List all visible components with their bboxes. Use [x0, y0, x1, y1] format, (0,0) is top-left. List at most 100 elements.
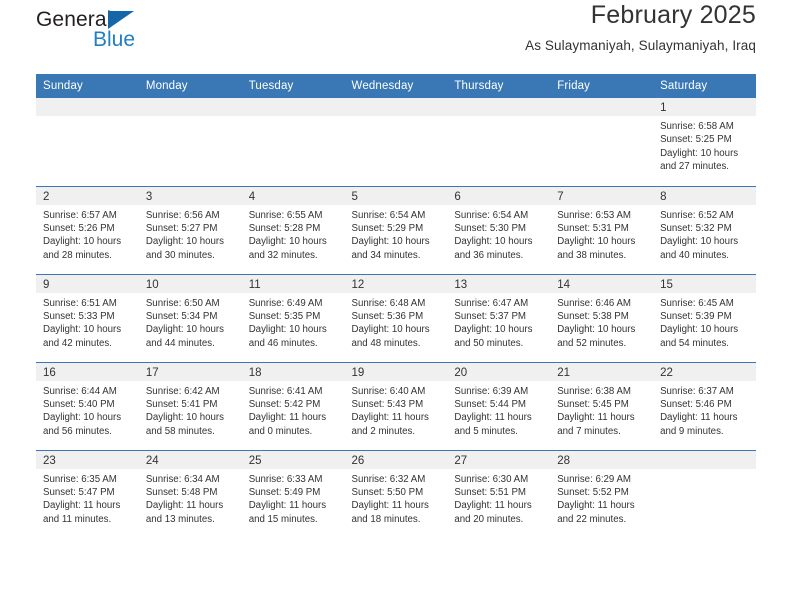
daylight-text-line2: and 2 minutes. [351, 425, 416, 437]
calendar-day-cell[interactable]: 2 Sunrise: 6:57 AM Sunset: 5:26 PM Daylight… [36, 185, 139, 274]
sunrise-text: Sunrise: 6:49 AM [248, 297, 323, 309]
weekday-header-thursday: Thursday [447, 74, 551, 98]
calendar-day-cell[interactable]: 9 Sunrise: 6:51 AM Sunset: 5:33 PM Daylight… [36, 273, 139, 362]
daylight-text-line1: Daylight: 11 hours [557, 500, 635, 512]
sunrise-text: Sunrise: 6:54 AM [351, 209, 426, 221]
day-number: 15 [653, 274, 756, 293]
sunset-text: Sunset: 5:30 PM [454, 222, 526, 234]
calendar-week-row: 1 Sunrise: 6:58 AM Sunset: 5:25 PM Daylight… [36, 98, 756, 186]
day-number: 1 [653, 98, 756, 116]
daylight-text-line2: and 9 minutes. [660, 425, 724, 437]
day-number: 13 [447, 274, 551, 293]
calendar-day-cell[interactable]: 23 Sunrise: 6:35 AM Sunset: 5:47 PM Dayligh… [36, 449, 139, 538]
sunset-text: Sunset: 5:50 PM [351, 486, 424, 498]
weekday-header-wednesday: Wednesday [344, 74, 448, 98]
calendar-cell-empty [138, 98, 242, 186]
calendar-day-cell[interactable]: 12 Sunrise: 6:48 AM Sunset: 5:36 PM Dayligh… [344, 273, 448, 362]
day-number [344, 98, 448, 116]
calendar-day-cell[interactable]: 24 Sunrise: 6:34 AM Sunset: 5:48 PM Dayligh… [138, 449, 242, 538]
logo-triangle-icon [108, 11, 134, 29]
calendar-page: General Blue February 2025 As Sulaymaniy… [0, 0, 792, 612]
day-details: Sunrise: 6:41 AM Sunset: 5:42 PM Daylight:… [242, 381, 345, 439]
sunset-text: Sunset: 5:25 PM [660, 134, 732, 146]
calendar-day-cell[interactable]: 13 Sunrise: 6:47 AM Sunset: 5:37 PM Dayligh… [447, 273, 551, 362]
calendar-day-cell[interactable]: 20 Sunrise: 6:39 AM Sunset: 5:44 PM Dayligh… [447, 361, 551, 450]
calendar-day-cell[interactable]: 3 Sunrise: 6:56 AM Sunset: 5:27 PM Daylight… [138, 185, 242, 274]
calendar-day-cell[interactable]: 7 Sunrise: 6:53 AM Sunset: 5:31 PM Daylight… [550, 185, 654, 274]
sunrise-text: Sunrise: 6:40 AM [351, 385, 426, 397]
day-number [653, 450, 756, 469]
day-number [241, 98, 345, 116]
sunset-text: Sunset: 5:48 PM [145, 486, 218, 498]
calendar-day-cell[interactable]: 1 Sunrise: 6:58 AM Sunset: 5:25 PM Daylight… [653, 98, 756, 186]
daylight-text-line2: and 56 minutes. [43, 425, 112, 437]
daylight-text-line2: and 34 minutes. [351, 249, 421, 261]
calendar-day-cell[interactable]: 17 Sunrise: 6:42 AM Sunset: 5:41 PM Dayligh… [138, 361, 242, 450]
weekday-header-saturday: Saturday [653, 74, 756, 98]
day-number: 25 [241, 450, 345, 469]
calendar-cell-empty [447, 98, 551, 186]
day-number: 4 [241, 186, 345, 205]
daylight-text-line1: Daylight: 11 hours [454, 500, 532, 512]
calendar-day-cell[interactable]: 22 Sunrise: 6:37 AM Sunset: 5:46 PM Dayligh… [653, 361, 756, 450]
daylight-text-line2: and 32 minutes. [248, 249, 318, 261]
calendar-week-row: 23 Sunrise: 6:35 AM Sunset: 5:47 PM Dayligh… [36, 449, 756, 538]
calendar-cell-empty [36, 98, 139, 186]
daylight-text-line2: and 18 minutes. [351, 513, 421, 525]
day-number: 26 [344, 450, 448, 469]
day-number: 11 [241, 274, 345, 293]
sunrise-text: Sunrise: 6:56 AM [145, 209, 220, 221]
day-details: Sunrise: 6:50 AM Sunset: 5:34 PM Daylight:… [139, 293, 242, 351]
day-details: Sunrise: 6:56 AM Sunset: 5:27 PM Daylight:… [139, 205, 242, 263]
page-header: General Blue February 2025 As Sulaymaniy… [36, 0, 756, 74]
day-number [138, 98, 242, 116]
daylight-text-line2: and 0 minutes. [248, 425, 313, 437]
title-block: February 2025 As Sulaymaniyah, Sulaymani… [525, 0, 756, 56]
day-number: 5 [344, 186, 448, 205]
calendar-day-cell[interactable]: 18 Sunrise: 6:41 AM Sunset: 5:42 PM Dayligh… [241, 361, 345, 450]
calendar-day-cell[interactable]: 19 Sunrise: 6:40 AM Sunset: 5:43 PM Dayligh… [344, 361, 448, 450]
sunrise-text: Sunrise: 6:57 AM [43, 209, 117, 221]
sunrise-text: Sunrise: 6:54 AM [454, 209, 529, 221]
day-number: 23 [36, 450, 139, 469]
calendar-day-cell[interactable]: 25 Sunrise: 6:33 AM Sunset: 5:49 PM Dayligh… [241, 449, 345, 538]
logo-text-blue: Blue [93, 28, 136, 51]
daylight-text-line1: Daylight: 11 hours [248, 412, 327, 424]
calendar-table: Sunday Monday Tuesday Wednesday Thursday… [36, 74, 756, 538]
day-details: Sunrise: 6:33 AM Sunset: 5:49 PM Daylight:… [242, 469, 345, 527]
sunset-text: Sunset: 5:44 PM [454, 398, 526, 410]
sunset-text: Sunset: 5:28 PM [248, 222, 321, 234]
day-number: 8 [653, 186, 756, 205]
daylight-text-line2: and 7 minutes. [557, 425, 621, 437]
sunset-text: Sunset: 5:29 PM [351, 222, 424, 234]
calendar-day-cell[interactable]: 26 Sunrise: 6:32 AM Sunset: 5:50 PM Dayligh… [344, 449, 448, 538]
calendar-day-cell[interactable]: 28 Sunrise: 6:29 AM Sunset: 5:52 PM Dayligh… [550, 449, 654, 538]
daylight-text-line1: Daylight: 11 hours [351, 500, 429, 512]
day-details: Sunrise: 6:58 AM Sunset: 5:25 PM Daylight:… [653, 116, 756, 174]
calendar-day-cell[interactable]: 21 Sunrise: 6:38 AM Sunset: 5:45 PM Dayligh… [550, 361, 654, 450]
calendar-day-cell[interactable]: 27 Sunrise: 6:30 AM Sunset: 5:51 PM Dayligh… [447, 449, 551, 538]
calendar-day-cell[interactable]: 11 Sunrise: 6:49 AM Sunset: 5:35 PM Dayligh… [241, 273, 345, 362]
calendar-day-cell[interactable]: 6 Sunrise: 6:54 AM Sunset: 5:30 PM Daylight… [447, 185, 551, 274]
calendar-day-cell[interactable]: 16 Sunrise: 6:44 AM Sunset: 5:40 PM Dayligh… [36, 361, 139, 450]
calendar-day-cell[interactable]: 15 Sunrise: 6:45 AM Sunset: 5:39 PM Dayligh… [653, 273, 756, 362]
calendar-day-cell[interactable]: 8 Sunrise: 6:52 AM Sunset: 5:32 PM Daylight… [653, 185, 756, 274]
calendar-day-cell[interactable]: 4 Sunrise: 6:55 AM Sunset: 5:28 PM Daylight… [241, 185, 345, 274]
calendar-week-row: 2 Sunrise: 6:57 AM Sunset: 5:26 PM Daylight… [36, 185, 756, 274]
calendar-day-cell[interactable]: 5 Sunrise: 6:54 AM Sunset: 5:29 PM Daylight… [344, 185, 448, 274]
sunrise-text: Sunrise: 6:42 AM [145, 385, 220, 397]
sunrise-text: Sunrise: 6:55 AM [248, 209, 323, 221]
daylight-text-line2: and 22 minutes. [557, 513, 627, 525]
sunrise-text: Sunrise: 6:58 AM [660, 121, 734, 132]
day-number: 14 [550, 274, 654, 293]
calendar-day-cell[interactable]: 14 Sunrise: 6:46 AM Sunset: 5:38 PM Dayligh… [550, 273, 654, 362]
daylight-text-line2: and 42 minutes. [43, 337, 112, 349]
day-details: Sunrise: 6:53 AM Sunset: 5:31 PM Daylight:… [550, 205, 653, 263]
daylight-text-line1: Daylight: 10 hours [351, 236, 430, 248]
daylight-text-line1: Daylight: 10 hours [145, 412, 224, 424]
day-details: Sunrise: 6:42 AM Sunset: 5:41 PM Daylight:… [139, 381, 242, 439]
calendar-day-cell[interactable]: 10 Sunrise: 6:50 AM Sunset: 5:34 PM Dayligh… [138, 273, 242, 362]
sunrise-text: Sunrise: 6:48 AM [351, 297, 426, 309]
general-blue-logo[interactable]: General Blue [36, 8, 236, 64]
sunrise-text: Sunrise: 6:29 AM [557, 473, 631, 485]
